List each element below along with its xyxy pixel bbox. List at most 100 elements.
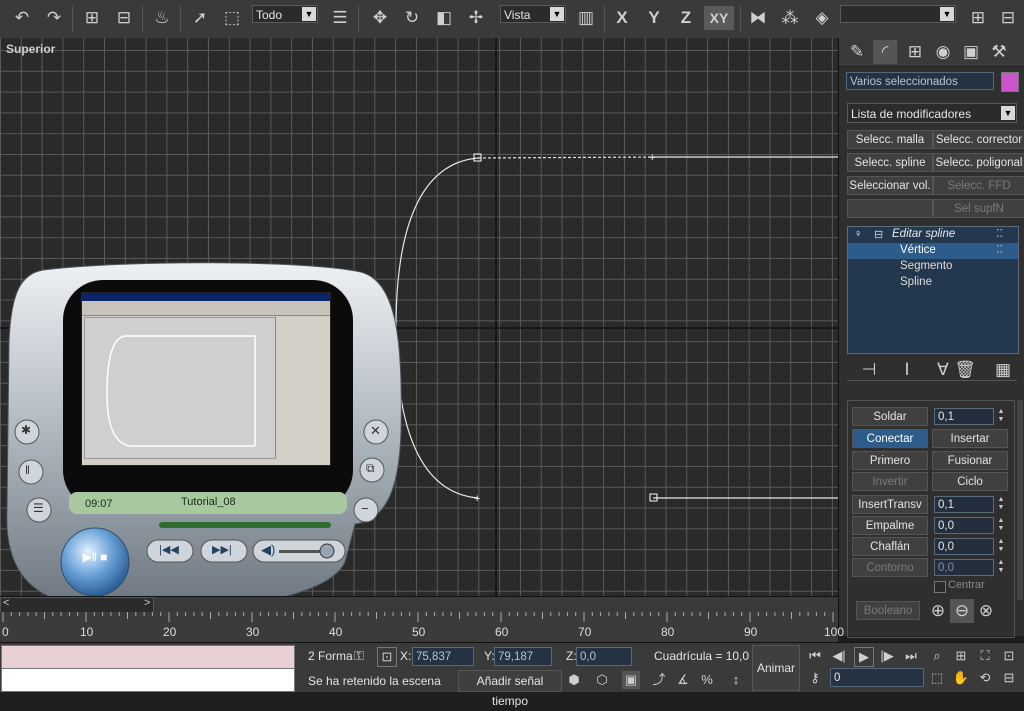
- motion-tab-icon[interactable]: ◉: [931, 40, 955, 64]
- select-spline-button[interactable]: Selecc. spline: [847, 153, 933, 172]
- select-mesh-button[interactable]: Selecc. malla: [847, 130, 933, 149]
- playlist-icon[interactable]: ☰: [33, 501, 44, 515]
- pin-stack-icon[interactable]: ⊣: [857, 358, 881, 382]
- panel-scrollbar[interactable]: [1017, 400, 1023, 600]
- outline-button[interactable]: Contorno: [852, 558, 928, 577]
- align-icon[interactable]: ◈: [810, 6, 834, 30]
- boolean-intersect-icon[interactable]: ⊗: [974, 599, 998, 623]
- bind-space-warp-icon[interactable]: ♨: [150, 6, 174, 30]
- layer-manager-icon[interactable]: ⊞: [966, 6, 990, 30]
- volume-icon[interactable]: ◀): [261, 542, 275, 558]
- collapse-icon[interactable]: ⊟: [874, 228, 883, 241]
- vertex-marker[interactable]: +: [474, 493, 480, 505]
- time-slider-thumb[interactable]: [0, 597, 154, 613]
- angle-snap-icon[interactable]: ∡: [674, 671, 692, 689]
- stack-subobject-vertex[interactable]: Vértice ⁚⁚: [848, 243, 1018, 259]
- boolean-union-icon[interactable]: ⊕: [926, 599, 950, 623]
- close-icon[interactable]: ✕: [370, 423, 381, 439]
- spinner-arrows-icon[interactable]: ▲ ▼: [996, 408, 1006, 425]
- manipulate-icon[interactable]: ✢: [464, 6, 488, 30]
- next-frame-icon[interactable]: |▶: [878, 647, 896, 665]
- go-to-end-icon[interactable]: ⏭: [902, 647, 920, 665]
- boolean-subtract-icon[interactable]: ⊖: [950, 599, 974, 623]
- select-poly-button[interactable]: Selecc. poligonal: [933, 153, 1024, 172]
- select-nurbs-button[interactable]: Sel supfN: [933, 199, 1024, 218]
- display-tab-icon[interactable]: ▣: [959, 40, 983, 64]
- array-icon[interactable]: ⁂: [778, 6, 802, 30]
- cross-insert-field[interactable]: 0,1: [934, 496, 994, 513]
- undo-icon[interactable]: ↶: [10, 6, 34, 30]
- window-crossing-icon[interactable]: ⬡: [593, 671, 611, 689]
- outline-field[interactable]: 0,0: [934, 559, 994, 576]
- snap-3d-icon[interactable]: ⤴: [650, 671, 668, 689]
- cross-insert-button[interactable]: InsertTransv: [852, 495, 928, 514]
- insert-button[interactable]: Insertar: [932, 429, 1008, 448]
- reference-coord-dropdown[interactable]: Vista ▼: [500, 5, 566, 23]
- select-patch-button[interactable]: Selecc. corrector: [933, 130, 1024, 149]
- current-frame-field[interactable]: 0: [830, 668, 924, 687]
- rotate-icon[interactable]: ↻: [400, 6, 424, 30]
- timeline-ruler[interactable]: 0 10 20 30 40 50 60 70 80 90 100: [0, 612, 844, 642]
- select-ffd-button[interactable]: Selecc. FFD: [933, 176, 1024, 195]
- zoom-all-icon[interactable]: ⊞: [952, 647, 970, 665]
- make-first-button[interactable]: Primero: [852, 451, 928, 470]
- select-by-name-icon[interactable]: ☰: [328, 6, 352, 30]
- fillet-button[interactable]: Empalme: [852, 516, 928, 535]
- mirror-icon[interactable]: ⧓: [746, 6, 770, 30]
- absolute-mode-icon[interactable]: ⊡: [377, 647, 397, 667]
- selection-lock-icon[interactable]: ⬢: [565, 671, 583, 689]
- animate-button[interactable]: Animar: [752, 645, 800, 691]
- spinner-snap-icon[interactable]: ↕: [727, 671, 745, 689]
- region-zoom-icon[interactable]: ⬚: [928, 669, 946, 687]
- pan-icon[interactable]: ✋: [952, 669, 970, 687]
- previous-frame-icon[interactable]: ◀|: [830, 647, 848, 665]
- select-object-icon[interactable]: ➚: [188, 6, 212, 30]
- remove-modifier-icon[interactable]: 🗑: [953, 358, 977, 382]
- play-icon[interactable]: ▶: [854, 647, 874, 667]
- show-end-result-icon[interactable]: Ⅰ: [895, 358, 919, 382]
- axis-xy-button[interactable]: XY: [704, 6, 734, 30]
- make-unique-icon[interactable]: ∀: [931, 358, 955, 382]
- scale-icon[interactable]: ◧: [432, 6, 456, 30]
- unlink-icon[interactable]: ⊟: [112, 6, 136, 30]
- fuse-button[interactable]: Fusionar: [932, 451, 1008, 470]
- selection-filter-dropdown[interactable]: Todo ▼: [252, 5, 318, 23]
- arc-rotate-icon[interactable]: ⟲: [976, 669, 994, 687]
- spinner-arrows-icon[interactable]: ▲ ▼: [996, 517, 1006, 534]
- select-link-icon[interactable]: ⊞: [80, 6, 104, 30]
- maxscript-listener-pink[interactable]: [1, 645, 295, 669]
- previous-icon[interactable]: |◀◀: [159, 543, 179, 556]
- x-coordinate-field[interactable]: 75,837: [412, 647, 474, 666]
- media-player-window[interactable]: 09:07 Tutorial_08 ▶‖ ■ |◀◀ ▶▶| ◀) ✕ ⧉ − …: [5, 262, 405, 618]
- axis-y-button[interactable]: Y: [642, 6, 666, 30]
- z-coordinate-field[interactable]: 0,0: [576, 647, 632, 666]
- slider-right-icon[interactable]: >: [144, 597, 150, 609]
- boolean-button[interactable]: Booleano: [856, 601, 920, 620]
- object-color-swatch[interactable]: [1001, 72, 1019, 92]
- settings-icon[interactable]: ✱: [21, 423, 31, 437]
- equalizer-icon[interactable]: ‖: [25, 463, 30, 477]
- spinner-arrows-icon[interactable]: ▲ ▼: [996, 538, 1006, 555]
- minimize-icon[interactable]: −: [361, 501, 369, 516]
- axis-z-button[interactable]: Z: [674, 6, 698, 30]
- weld-threshold-field[interactable]: 0,1: [934, 408, 994, 425]
- next-icon[interactable]: ▶▶|: [212, 543, 232, 556]
- slider-left-icon[interactable]: <: [3, 597, 9, 609]
- play-pause-icon[interactable]: ▶‖ ■: [77, 550, 113, 574]
- chamfer-field[interactable]: 0,0: [934, 538, 994, 555]
- region-select-icon[interactable]: ⬚: [220, 6, 244, 30]
- percent-snap-icon[interactable]: %: [698, 671, 716, 689]
- y-coordinate-field[interactable]: 79,187: [494, 647, 552, 666]
- time-slider[interactable]: < >: [0, 596, 838, 613]
- move-icon[interactable]: ✥: [368, 6, 392, 30]
- maxscript-listener-white[interactable]: [1, 668, 295, 692]
- degradation-icon[interactable]: ▣: [622, 671, 640, 689]
- stack-subobject-segment[interactable]: Segmento: [848, 259, 1018, 275]
- object-name-field[interactable]: Varios seleccionados: [846, 72, 994, 90]
- zoom-extents-all-icon[interactable]: ⊡: [1000, 647, 1018, 665]
- vertex-marker[interactable]: +: [649, 152, 655, 164]
- spinner-arrows-icon[interactable]: ▲ ▼: [996, 496, 1006, 513]
- modifier-list-dropdown[interactable]: Lista de modificadores ▼: [847, 103, 1017, 123]
- track-view-icon[interactable]: ⊟: [996, 6, 1020, 30]
- hierarchy-tab-icon[interactable]: ⊞: [903, 40, 927, 64]
